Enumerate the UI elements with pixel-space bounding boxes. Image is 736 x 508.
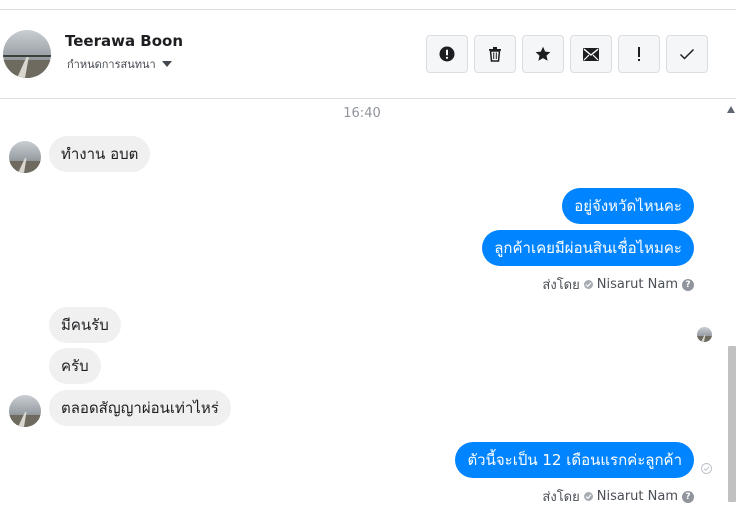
avatar[interactable] bbox=[3, 30, 51, 78]
avatar[interactable] bbox=[9, 141, 41, 173]
sent-by-info: ส่งโดย Nisarut Nam ? bbox=[542, 486, 694, 507]
sender-name[interactable]: Nisarut Nam bbox=[597, 489, 678, 504]
checkmark-icon bbox=[679, 48, 695, 60]
read-receipt-avatar bbox=[697, 327, 712, 342]
sent-check-icon bbox=[583, 280, 593, 289]
caret-down-icon bbox=[161, 61, 172, 67]
message-bubble-incoming[interactable]: ตลอดสัญญาผ่อนเท่าไหร่ bbox=[49, 390, 231, 426]
conversation-settings-dropdown[interactable]: กำหนดการสนทนา bbox=[67, 55, 172, 73]
message-bubble-outgoing[interactable]: อยู่จังหวัดไหนคะ bbox=[562, 188, 694, 224]
follow-up-button[interactable] bbox=[618, 35, 660, 73]
message-bubble-outgoing[interactable]: ลูกค้าเคยมีผ่อนสินเชื่อไหมคะ bbox=[482, 230, 694, 266]
mark-done-button[interactable] bbox=[666, 35, 708, 73]
scroll-up-arrow-icon[interactable] bbox=[727, 106, 735, 113]
star-icon bbox=[535, 46, 551, 61]
contact-name[interactable]: Teerawa Boon bbox=[65, 32, 183, 50]
sent-by-label: ส่งโดย bbox=[542, 490, 580, 505]
help-icon[interactable]: ? bbox=[682, 278, 694, 291]
alert-circle-icon bbox=[439, 46, 455, 62]
delivered-status-icon bbox=[701, 463, 712, 474]
help-icon[interactable]: ? bbox=[682, 490, 694, 503]
envelope-icon bbox=[583, 47, 599, 61]
message-bubble-incoming[interactable]: ครับ bbox=[49, 348, 101, 384]
avatar[interactable] bbox=[9, 395, 41, 427]
header-divider bbox=[0, 98, 736, 99]
sent-by-info: ส่งโดย Nisarut Nam ? bbox=[542, 274, 694, 295]
mark-unread-button[interactable] bbox=[570, 35, 612, 73]
mark-spam-button[interactable] bbox=[426, 35, 468, 73]
delete-button[interactable] bbox=[474, 35, 516, 73]
message-bubble-incoming[interactable]: ทำงาน อบต bbox=[49, 136, 151, 172]
sent-by-label: ส่งโดย bbox=[542, 278, 580, 293]
conversation-header: Teerawa Boon กำหนดการสนทนา bbox=[0, 10, 736, 98]
exclamation-icon bbox=[638, 47, 640, 61]
scrollbar-thumb[interactable] bbox=[728, 346, 736, 502]
star-button[interactable] bbox=[522, 35, 564, 73]
trash-icon bbox=[489, 47, 501, 62]
conversation-settings-label: กำหนดการสนทนา bbox=[67, 58, 156, 71]
sent-check-icon bbox=[583, 492, 593, 501]
message-bubble-incoming[interactable]: มีคนรับ bbox=[49, 307, 121, 343]
sender-name[interactable]: Nisarut Nam bbox=[597, 277, 678, 292]
message-bubble-outgoing[interactable]: ตัวนี้จะเป็น 12 เดือนแรกค่ะลูกค้า bbox=[455, 442, 694, 478]
message-timestamp: 16:40 bbox=[343, 106, 381, 121]
